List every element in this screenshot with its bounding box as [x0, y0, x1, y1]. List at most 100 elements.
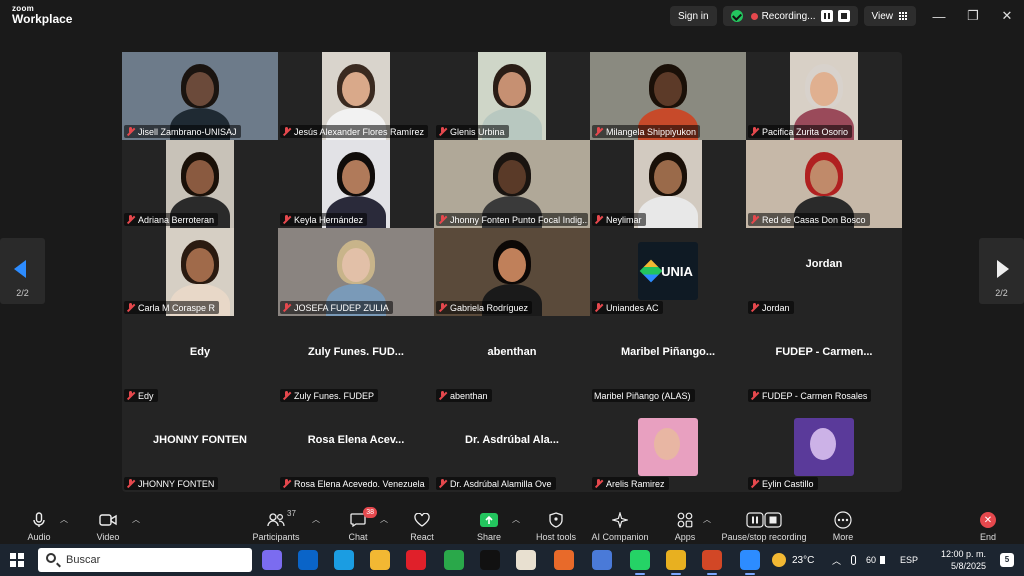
participant-tile[interactable]: Jhonny Fonten Punto Focal Indig... [434, 140, 590, 228]
participant-figure [498, 248, 526, 282]
participant-name-label: Eylin Castillo [748, 477, 818, 490]
participant-name: Edy [138, 390, 154, 401]
view-button[interactable]: View [863, 6, 916, 26]
view-label: View [871, 10, 894, 22]
system-tray[interactable]: ︿ 60 ESP [832, 544, 918, 576]
audio-button[interactable]: Audio [24, 506, 54, 542]
participant-tile[interactable]: Neylimar [590, 140, 746, 228]
end-label: End [979, 532, 996, 542]
chat-options-caret[interactable]: ︿ [380, 514, 388, 525]
video-button[interactable]: Video [93, 506, 123, 542]
share-options-caret[interactable]: ︿ [512, 514, 520, 525]
mic-muted-icon [750, 303, 759, 312]
participant-tile[interactable]: Dr. Asdrúbal Ala... Dr. Asdrúbal Alamilla… [434, 404, 590, 492]
close-icon: ✕ [1001, 8, 1013, 23]
taskbar-search-box[interactable]: Buscar [38, 548, 252, 572]
participant-tile[interactable]: Edy Edy [122, 316, 278, 404]
participant-figure [342, 248, 370, 282]
paint-icon[interactable] [516, 550, 536, 570]
apps-button[interactable]: Apps [670, 506, 700, 542]
participant-figure [638, 196, 698, 228]
participant-tile[interactable]: Eylin Castillo [746, 404, 902, 492]
react-button[interactable]: React [407, 506, 437, 542]
zoom-icon[interactable] [740, 550, 760, 575]
participant-figure [342, 160, 370, 194]
participant-tile[interactable]: Rosa Elena Acev... Rosa Elena Acevedo. Ve… [278, 404, 434, 492]
participant-tile[interactable]: Jesús Alexander Flores Ramírez [278, 52, 434, 140]
participant-tile[interactable]: FUDEP - Carmen... FUDEP - Carmen Rosales [746, 316, 902, 404]
windows-start-icon[interactable] [10, 553, 24, 567]
participant-tile[interactable]: Adriana Berroteran [122, 140, 278, 228]
minimize-button[interactable]: — [922, 6, 956, 26]
participant-tile[interactable]: Jisell Zambrano-UNISAJ [122, 52, 278, 140]
react-label: React [410, 532, 434, 542]
powerpoint-icon[interactable] [702, 550, 722, 575]
clock-time: 12:00 p. m. [940, 549, 986, 559]
clock-date: 5/8/2025 [950, 561, 986, 571]
tray-chevron-icon[interactable]: ︿ [832, 554, 841, 567]
restore-button[interactable]: ❐ [956, 6, 990, 26]
weather-widget[interactable]: 23°C [772, 544, 814, 576]
mic-muted-icon [438, 479, 447, 488]
participant-tile[interactable]: Milangela Shippiyukon [590, 52, 746, 140]
participant-tile[interactable]: Keyla Hernández [278, 140, 434, 228]
audio-options-caret[interactable]: ︿ [60, 514, 68, 525]
participant-tile[interactable]: Red de Casas Don Bosco [746, 140, 902, 228]
language-indicator[interactable]: ESP [900, 555, 918, 565]
previous-page-button[interactable]: 2/2 [0, 238, 45, 304]
participant-tile[interactable]: JHONNY FONTEN JHONNY FONTEN [122, 404, 278, 492]
chrome-icon[interactable] [666, 550, 686, 575]
participants-button[interactable]: 37 Participants [250, 506, 302, 542]
outlook-icon[interactable] [298, 550, 318, 570]
participant-figure [810, 72, 838, 106]
chat-button[interactable]: 38 Chat [343, 506, 377, 542]
participant-name-label: Adriana Berroteran [124, 213, 219, 226]
participant-name-label: Maribel Piñango (ALAS) [592, 389, 695, 402]
participant-tile[interactable]: Maribel Piñango... Maribel Piñango (ALAS) [590, 316, 746, 404]
participant-tile[interactable]: Carla M Coraspe R [122, 228, 278, 316]
pause-recording-icon[interactable] [820, 10, 833, 22]
recording-status[interactable]: Recording... [722, 6, 858, 26]
whatsapp-icon[interactable] [630, 550, 650, 575]
apps-options-caret[interactable]: ︿ [703, 514, 711, 525]
file-explorer-icon[interactable] [370, 550, 390, 570]
photos-icon[interactable] [592, 550, 612, 570]
participants-options-caret[interactable]: ︿ [312, 514, 320, 525]
copilot-icon[interactable] [262, 550, 282, 570]
participant-tile[interactable]: Arelis Ramirez [590, 404, 746, 492]
search-placeholder: Buscar [66, 554, 101, 566]
unknown-app-icon[interactable] [554, 550, 574, 570]
participant-tile[interactable]: Pacifica Zurita Osorio [746, 52, 902, 140]
more-button[interactable]: More [828, 506, 858, 542]
more-dots-icon [834, 511, 852, 529]
participant-tile[interactable]: Jordan Jordan [746, 228, 902, 316]
mic-muted-icon [594, 127, 603, 136]
next-page-button[interactable]: 2/2 [979, 238, 1024, 304]
participant-tile[interactable]: Zuly Funes. FUD... Zuly Funes. FUDEP [278, 316, 434, 404]
end-meeting-button[interactable]: ✕ End [974, 506, 1002, 542]
participant-display-name: Zuly Funes. FUD... [308, 346, 404, 358]
maps-icon[interactable] [444, 550, 464, 570]
stop-recording-icon[interactable] [837, 10, 850, 22]
participant-avatar [638, 418, 698, 476]
participant-name-label: Jesús Alexander Flores Ramírez [280, 125, 429, 138]
participant-tile[interactable]: Glenis Urbina [434, 52, 590, 140]
pause-stop-recording-button[interactable]: Pause/stop recording [720, 506, 808, 542]
participant-tile[interactable]: JOSEFA FUDEP ZULIA [278, 228, 434, 316]
participant-tile[interactable]: abenthan abenthan [434, 316, 590, 404]
tiktok-icon[interactable] [480, 550, 500, 570]
host-tools-button[interactable]: Host tools [534, 506, 578, 542]
participant-tile[interactable]: UNIA Uniandes AC [590, 228, 746, 316]
taskbar-clock[interactable]: 12:00 p. m. 5/8/2025 [941, 548, 986, 572]
ai-companion-button[interactable]: AI Companion [590, 506, 650, 542]
opera-icon[interactable] [406, 550, 426, 570]
participant-name: Maribel Piñango (ALAS) [594, 390, 691, 401]
sign-in-button[interactable]: Sign in [670, 6, 717, 26]
mic-muted-icon [282, 215, 291, 224]
share-button[interactable]: Share [474, 506, 504, 542]
video-options-caret[interactable]: ︿ [132, 514, 140, 525]
close-button[interactable]: ✕ [990, 6, 1024, 26]
notification-badge[interactable]: 5 [1000, 553, 1014, 567]
edge-icon[interactable] [334, 550, 354, 570]
participant-tile[interactable]: Gabriela Rodríguez [434, 228, 590, 316]
